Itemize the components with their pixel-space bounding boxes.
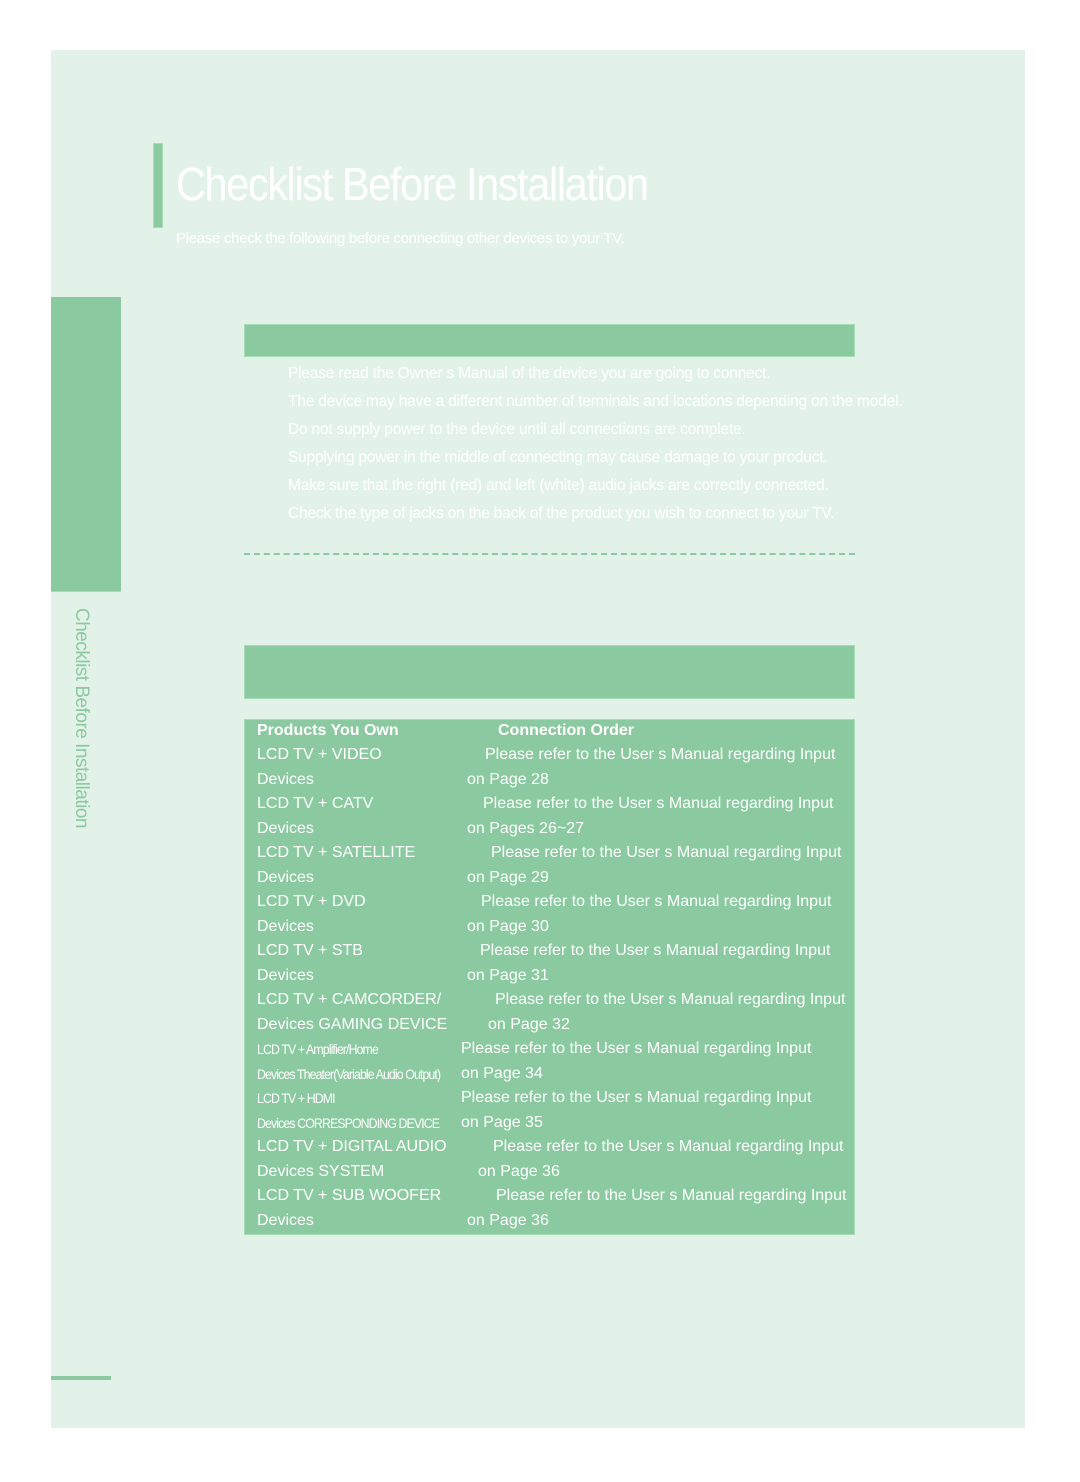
product-name-cont: Devices	[257, 770, 314, 788]
product-name: LCD TV + CATV	[257, 795, 374, 812]
connection-page-ref: on Page 28	[467, 770, 549, 788]
product-name: LCD TV + CAMCORDER/	[257, 991, 442, 1008]
side-tab	[51, 297, 121, 592]
connection-order: Please refer to the User s Manual regard…	[485, 746, 836, 763]
connection-order: Please refer to the User s Manual regard…	[461, 1089, 812, 1106]
connection-order: Please refer to the User s Manual regard…	[481, 893, 832, 910]
product-name-cont: Devices	[257, 917, 314, 935]
note-item: Do not supply power to the device until …	[288, 421, 746, 438]
column-header-order: Connection Order	[498, 722, 635, 739]
connection-page-ref: on Page 30	[467, 917, 549, 935]
connection-page-ref: on Page 36	[478, 1162, 560, 1180]
connection-page-ref: on Page 34	[461, 1064, 543, 1082]
dashed-divider	[244, 553, 855, 555]
product-name: LCD TV + HDMI	[257, 1090, 336, 1106]
note-item: Make sure that the right (red) and left …	[288, 477, 829, 494]
connection-page-ref: on Page 29	[467, 868, 549, 886]
bottom-rule	[51, 1376, 111, 1380]
product-name-cont: Devices	[257, 819, 314, 837]
connection-page-ref: on Pages 26~27	[467, 819, 584, 837]
page-title: Checklist Before Installation	[176, 158, 649, 210]
product-name-cont: Devices SYSTEM	[257, 1162, 385, 1180]
page-subtitle: Please check the following before connec…	[176, 230, 625, 247]
product-name-cont: Devices Theater(Variable Audio Output)	[257, 1065, 441, 1082]
connection-order: Please refer to the User s Manual regard…	[491, 844, 842, 861]
notes-header-bar	[244, 324, 855, 357]
connection-page-ref: on Page 31	[467, 966, 549, 984]
connections-header-bar	[244, 645, 855, 699]
connection-order: Please refer to the User s Manual regard…	[495, 991, 846, 1008]
product-name: LCD TV + STB	[257, 942, 363, 959]
connection-page-ref: on Page 36	[467, 1211, 549, 1229]
title-accent-bar	[153, 143, 163, 228]
connection-order: Please refer to the User s Manual regard…	[480, 942, 831, 959]
note-item: Supplying power in the middle of connect…	[288, 449, 828, 466]
connection-page-ref: on Page 35	[461, 1113, 543, 1131]
connection-order: Please refer to the User s Manual regard…	[461, 1040, 812, 1057]
product-name-cont: Devices GAMING DEVICE	[257, 1015, 448, 1033]
product-name: LCD TV + SUB WOOFER	[257, 1187, 442, 1204]
connection-order: Please refer to the User s Manual regard…	[496, 1187, 847, 1204]
note-item: The device may have a different number o…	[288, 393, 903, 410]
product-name-cont: Devices	[257, 868, 314, 886]
note-item: Check the type of jacks on the back of t…	[288, 505, 835, 522]
notes-list: Please read the Owner s Manual of the de…	[288, 364, 928, 532]
connection-order: Please refer to the User s Manual regard…	[483, 795, 834, 812]
product-name-cont: Devices	[257, 1211, 314, 1229]
product-name-cont: Devices CORRESPONDING DEVICE	[257, 1114, 440, 1131]
connection-order: Please refer to the User s Manual regard…	[493, 1138, 844, 1155]
product-name: LCD TV + Amplifier/Home	[257, 1041, 379, 1057]
product-name-cont: Devices	[257, 966, 314, 984]
note-item: Please read the Owner s Manual of the de…	[288, 365, 771, 382]
side-section-label: Checklist Before Installation	[71, 608, 92, 828]
product-name: LCD TV + DVD	[257, 893, 366, 910]
product-name: LCD TV + DIGITAL AUDIO	[257, 1138, 447, 1155]
connection-page-ref: on Page 32	[488, 1015, 570, 1033]
manual-page: Checklist Before Installation Please che…	[51, 50, 1025, 1428]
product-name: LCD TV + VIDEO	[257, 746, 382, 763]
column-header-products: Products You Own	[257, 722, 399, 739]
product-name: LCD TV + SATELLITE	[257, 844, 416, 861]
